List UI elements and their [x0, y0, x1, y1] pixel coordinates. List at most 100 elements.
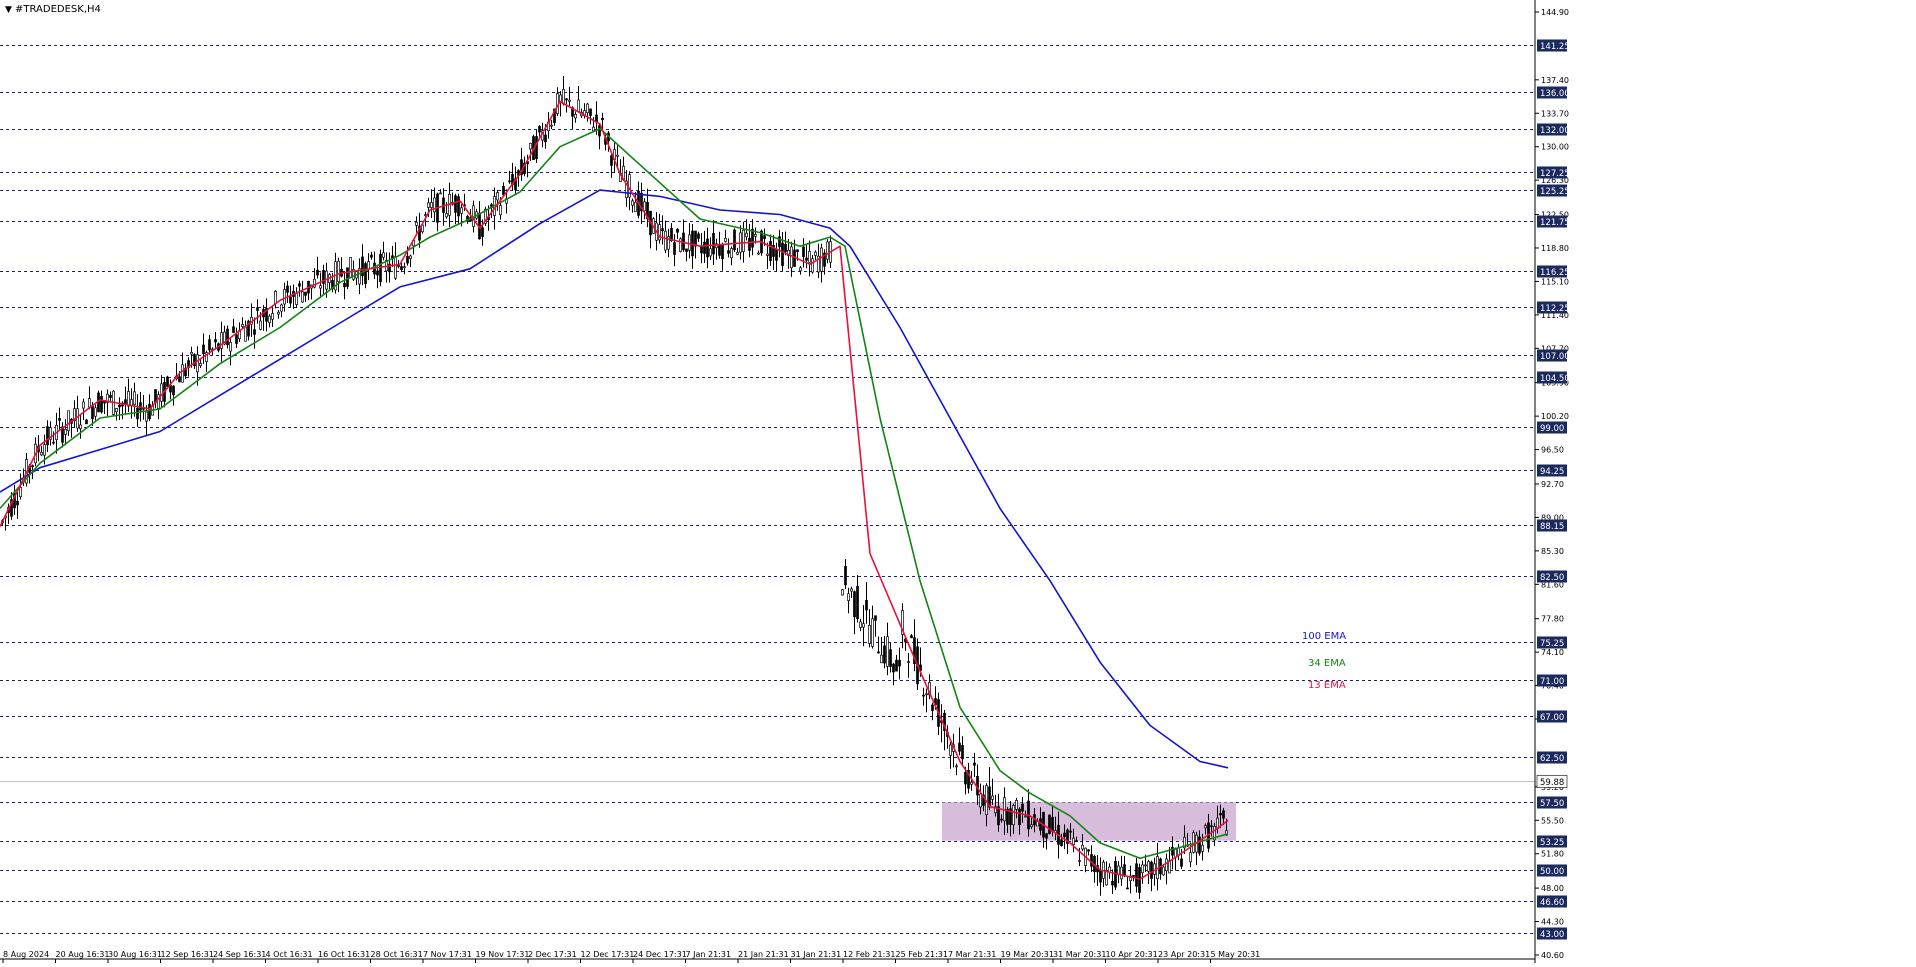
candle-body: [370, 254, 373, 258]
candle-body: [598, 125, 601, 137]
level-label: 127.25: [1540, 169, 1570, 179]
candle-body: [958, 742, 961, 752]
y-tick-label: 51.80: [1541, 850, 1564, 859]
candle-body: [337, 260, 340, 283]
candle-body: [502, 186, 505, 196]
candle-body: [886, 636, 889, 667]
x-tick-label: 10 Apr 20:31: [1106, 950, 1158, 959]
candle-body: [847, 593, 850, 601]
candle-body: [190, 351, 193, 355]
candle-body: [343, 282, 346, 288]
candle-body: [268, 315, 271, 324]
x-tick-label: 4 Oct 16:31: [266, 950, 313, 959]
x-tick-label: 21 Jan 21:31: [738, 950, 789, 959]
level-label: 104.50: [1540, 374, 1570, 384]
x-tick-label: 7 Mar 21:31: [948, 950, 996, 959]
time-scale[interactable]: 8 Aug 2024 20 Aug 16:3130 Aug 16:3112 Sep…: [2, 950, 1261, 963]
level-label: 94.25: [1540, 467, 1564, 477]
candle-body: [52, 441, 55, 444]
candle-body: [964, 771, 967, 785]
x-tick-label: 20 Aug 16:31: [56, 950, 110, 959]
legend-label: 34 EMA: [1308, 658, 1346, 669]
candle-body: [433, 197, 436, 213]
candle-body: [460, 207, 463, 214]
candle-body: [283, 289, 286, 305]
x-tick-label: 31 Jan 21:31: [791, 950, 842, 959]
candle-body: [907, 661, 910, 663]
candle-body: [394, 256, 397, 279]
level-label: 112.25: [1540, 304, 1570, 314]
price-chart[interactable]: 144.90137.40133.70130.00126.30122.50118.…: [0, 0, 1916, 963]
candle-body: [289, 296, 292, 304]
candle-body: [76, 408, 79, 429]
candle-body: [1090, 854, 1093, 867]
candle-body: [415, 221, 418, 226]
candle-body: [172, 385, 175, 396]
candle-body: [826, 241, 829, 260]
x-tick-label: 7 Jan 21:31: [686, 950, 732, 959]
candle-body: [949, 744, 952, 756]
candle-body: [349, 257, 352, 279]
candle-body: [496, 192, 499, 201]
candle-body: [682, 232, 685, 251]
candle-body: [82, 401, 85, 409]
candle-body: [1045, 833, 1048, 839]
candle-body: [643, 201, 646, 212]
candle-body: [775, 248, 778, 261]
candle-body: [673, 242, 676, 255]
candle-body: [376, 270, 379, 276]
candle-body: [43, 444, 46, 456]
candle-body: [1111, 880, 1114, 886]
candle-body: [1060, 839, 1063, 847]
plot-background: [0, 0, 1535, 960]
candle-body: [208, 339, 211, 351]
level-label: 71.00: [1540, 677, 1564, 687]
y-tick-label: 133.70: [1541, 109, 1569, 118]
candle-body: [232, 326, 235, 333]
candle-body: [691, 230, 694, 257]
candle-body: [1072, 837, 1075, 845]
candle-body: [883, 645, 886, 664]
candle-body: [910, 635, 913, 639]
candle-body: [118, 404, 121, 408]
candle-body: [256, 307, 259, 311]
candle-body: [781, 242, 784, 266]
y-tick-label: 100.20: [1541, 412, 1569, 421]
candle-body: [544, 134, 547, 143]
candle-body: [748, 237, 751, 251]
candle-body: [319, 285, 322, 289]
candle-body: [679, 238, 682, 252]
title-bar: ▼ #TRADEDESK,H4: [5, 4, 101, 15]
price-scale[interactable]: 144.90137.40133.70130.00126.30122.50118.…: [1535, 8, 1569, 960]
level-label: 88.15: [1540, 522, 1564, 532]
candle-body: [1189, 852, 1192, 863]
candle-body: [955, 765, 958, 768]
level-label: 107.00: [1540, 352, 1570, 362]
candle-body: [799, 267, 802, 272]
candle-body: [298, 283, 301, 287]
candle-body: [616, 154, 619, 157]
candle-body: [961, 745, 964, 760]
candle-body: [664, 230, 667, 251]
menu-triangle-icon[interactable]: ▼: [5, 5, 12, 15]
candle-body: [286, 285, 289, 293]
x-tick-label: 5 May 20:31: [1211, 950, 1261, 959]
candle-body: [499, 205, 502, 216]
candle-body: [1099, 870, 1102, 883]
candle-body: [253, 329, 256, 335]
x-tick-label: 8 Aug 2024: [3, 950, 49, 959]
candle-body: [745, 232, 748, 238]
candle-body: [214, 339, 217, 343]
candle-body: [796, 249, 799, 252]
x-tick-label: 25 Feb 21:31: [896, 950, 948, 959]
candle-body: [244, 326, 247, 342]
candle-body: [85, 419, 88, 425]
x-tick-label: 23 Apr 20:31: [1158, 950, 1210, 959]
chart-root[interactable]: 144.90 137.40 133.70 130.00 126.30 122.50 118.…: [0, 0, 1916, 963]
candle-body: [1219, 812, 1222, 816]
candle-body: [709, 248, 712, 257]
candle-body: [277, 311, 280, 315]
x-tick-label: 28 Oct 16:31: [371, 950, 423, 959]
candle-body: [1123, 864, 1126, 877]
candle-body: [931, 704, 934, 711]
